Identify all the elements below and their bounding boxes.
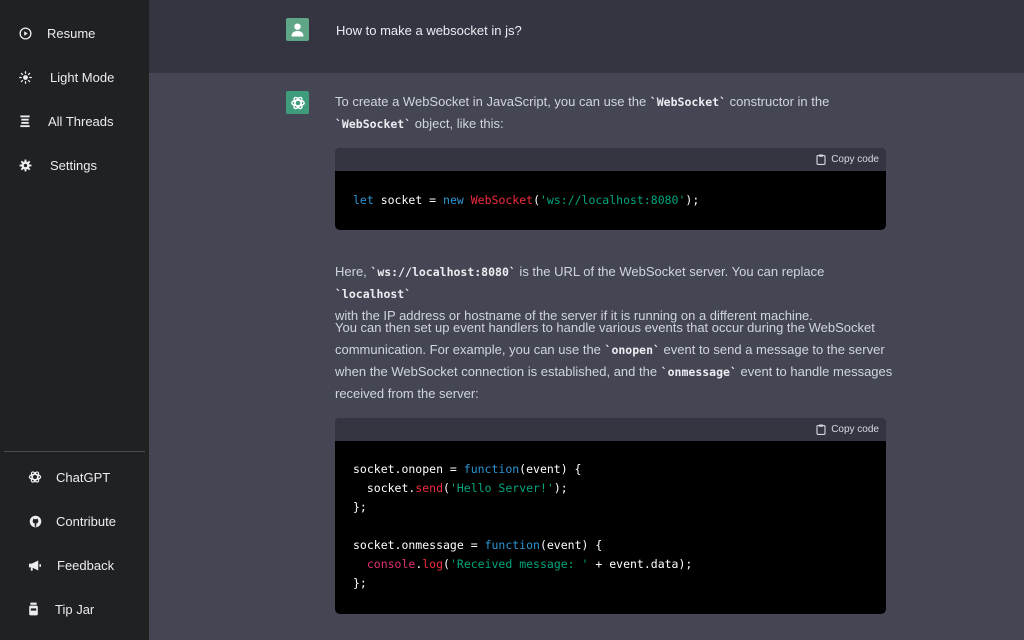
sidebar-item-contribute[interactable]: Contribute <box>0 504 149 538</box>
sidebar-item-all-threads[interactable]: All Threads <box>0 104 149 138</box>
inline-code: `ws://localhost:8080` <box>370 265 516 279</box>
answer-text: To create a WebSocket in JavaScript, you… <box>335 94 650 109</box>
threads-list-icon <box>18 114 32 128</box>
github-icon <box>28 514 42 528</box>
user-avatar-icon <box>286 18 309 41</box>
play-circle-icon <box>18 26 32 40</box>
answer-text: when the WebSocket connection is establi… <box>335 364 661 379</box>
sidebar-item-label: Resume <box>47 25 96 41</box>
answer-paragraph-3: You can then set up event handlers to ha… <box>335 317 895 405</box>
code-line: let socket = new WebSocket('ws://localho… <box>353 193 700 207</box>
sidebar-item-label: Feedback <box>57 557 115 573</box>
sidebar-item-label: Settings <box>50 157 97 173</box>
code-line: }; <box>353 576 367 590</box>
inline-code: `localhost` <box>335 287 412 301</box>
inline-code: `WebSocket` <box>649 95 726 109</box>
code-content: socket.onopen = function(event) { socket… <box>335 441 886 593</box>
code-block: Copy code socket.onopen = function(event… <box>335 418 886 614</box>
clipboard-icon <box>816 424 826 435</box>
sidebar-item-chatgpt[interactable]: ChatGPT <box>0 460 149 494</box>
copy-code-label: Copy code <box>831 154 879 165</box>
answer-intro: To create a WebSocket in JavaScript, you… <box>335 91 895 135</box>
code-line: socket.send('Hello Server!'); <box>353 481 568 495</box>
code-block: Copy code let socket = new WebSocket('ws… <box>335 148 886 230</box>
answer-text: Here, <box>335 264 371 279</box>
code-block-header: Copy code <box>335 418 886 441</box>
openai-logo-icon <box>28 470 42 484</box>
inline-code: `onopen` <box>604 343 660 357</box>
answer-text: is the URL of the WebSocket server. You … <box>515 264 825 279</box>
code-line: socket.onmessage = function(event) { <box>353 538 603 552</box>
copy-code-button[interactable]: Copy code <box>816 424 879 435</box>
answer-text: received from the server: <box>335 386 479 401</box>
sidebar-item-label: ChatGPT <box>56 469 111 485</box>
sidebar-item-label: All Threads <box>48 113 114 129</box>
answer-text: constructor in the <box>726 94 830 109</box>
user-message-row <box>149 0 1024 73</box>
code-block-header: Copy code <box>335 148 886 171</box>
sidebar-item-tip-jar[interactable]: Tip Jar <box>0 592 149 626</box>
sidebar-item-label: Contribute <box>56 513 116 529</box>
sidebar-item-label: Light Mode <box>50 69 115 85</box>
clipboard-icon <box>816 154 826 165</box>
answer-text: communication. For example, you can use … <box>335 342 605 357</box>
sidebar-divider <box>4 451 145 452</box>
assistant-avatar-icon <box>286 91 309 114</box>
jar-icon <box>26 602 40 616</box>
inline-code: `onmessage` <box>660 365 737 379</box>
sun-icon <box>18 70 32 84</box>
code-line: }; <box>353 500 367 514</box>
code-line: console.log('Received message: ' + event… <box>353 557 693 571</box>
answer-text: You can then set up event handlers to ha… <box>335 320 875 335</box>
sidebar-item-settings[interactable]: Settings <box>0 148 149 182</box>
sidebar-item-feedback[interactable]: Feedback <box>0 548 149 582</box>
sidebar-item-light-mode[interactable]: Light Mode <box>0 60 149 94</box>
copy-code-button[interactable]: Copy code <box>816 154 879 165</box>
inline-code: `WebSocket` <box>335 117 412 131</box>
sidebar: Resume Light Mode All Threads Settings C… <box>0 0 149 640</box>
sidebar-item-resume[interactable]: Resume <box>0 16 149 50</box>
sidebar-item-label: Tip Jar <box>55 601 95 617</box>
code-line: socket.onopen = function(event) { <box>353 462 582 476</box>
user-question: How to make a websocket in js? <box>336 23 522 38</box>
megaphone-icon <box>28 558 42 572</box>
answer-text: event to handle messages <box>736 364 893 379</box>
gear-icon <box>18 158 32 172</box>
answer-text: event to send a message to the server <box>659 342 885 357</box>
answer-text: object, like this: <box>411 116 504 131</box>
code-content: let socket = new WebSocket('ws://localho… <box>335 171 886 210</box>
copy-code-label: Copy code <box>831 424 879 435</box>
